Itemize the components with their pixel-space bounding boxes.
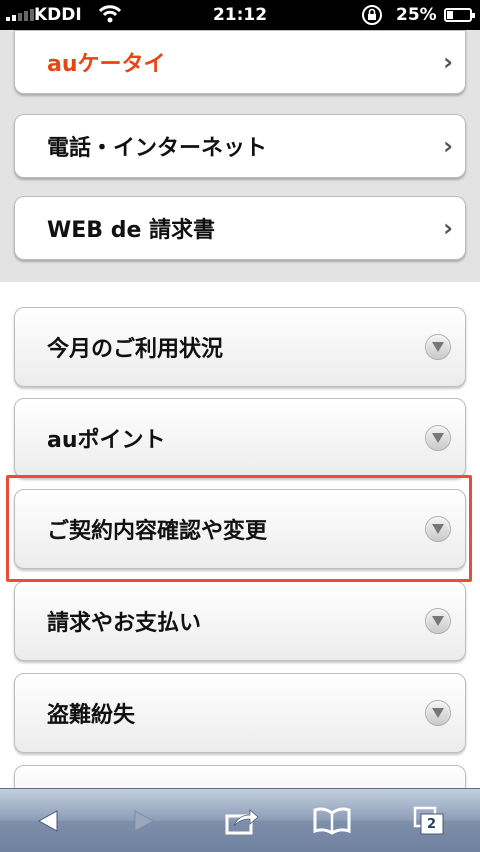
battery-icon [444,8,475,22]
menu-item-usage[interactable]: 今月のご利用状況 [14,307,466,387]
status-bar: KDDI 21:12 25% [0,0,480,30]
link-label: 電話・インターネット [47,136,268,161]
expand-arrow-icon [425,608,451,634]
tabs-count: 2 [427,817,437,832]
rotation-lock-icon [360,4,384,31]
menu-item-label: ご契約内容確認や変更 [47,519,268,544]
link-web-de-seikyusho[interactable]: WEB de 請求書 › [14,196,466,260]
menu-item-label: 今月のご利用状況 [47,337,224,362]
forward-arrow-icon[interactable] [122,803,166,839]
browser-toolbar: 2 [0,788,480,852]
back-arrow-icon[interactable] [26,803,70,839]
chevron-right-icon: › [443,214,453,242]
menu-item-theft-loss[interactable]: 盗難紛失 [14,673,466,753]
share-icon[interactable] [220,803,264,839]
expand-arrow-icon [425,425,451,451]
link-label: auケータイ [47,52,166,77]
chevron-right-icon: › [443,48,453,76]
menu-item-billing[interactable]: 請求やお支払い [14,581,466,661]
expand-arrow-icon [425,334,451,360]
link-label: WEB de 請求書 [47,218,216,243]
menu-item-label: 盗難紛失 [47,703,136,728]
battery-percent: 25% [396,5,437,25]
expand-arrow-icon [425,516,451,542]
menu-item-au-point[interactable]: auポイント [14,398,466,478]
menu-item-label: auポイント [47,428,166,453]
expand-arrow-icon [425,700,451,726]
tabs-icon[interactable]: 2 [408,803,452,839]
chevron-right-icon: › [443,132,453,160]
bookmarks-icon[interactable] [310,803,354,839]
link-au-keitai[interactable]: auケータイ › [14,30,466,94]
menu-item-label: 請求やお支払い [47,611,202,636]
top-links-section: auケータイ › 電話・インターネット › WEB de 請求書 › [0,30,480,282]
menu-item-contract[interactable]: ご契約内容確認や変更 [14,489,466,569]
link-phone-internet[interactable]: 電話・インターネット › [14,114,466,178]
